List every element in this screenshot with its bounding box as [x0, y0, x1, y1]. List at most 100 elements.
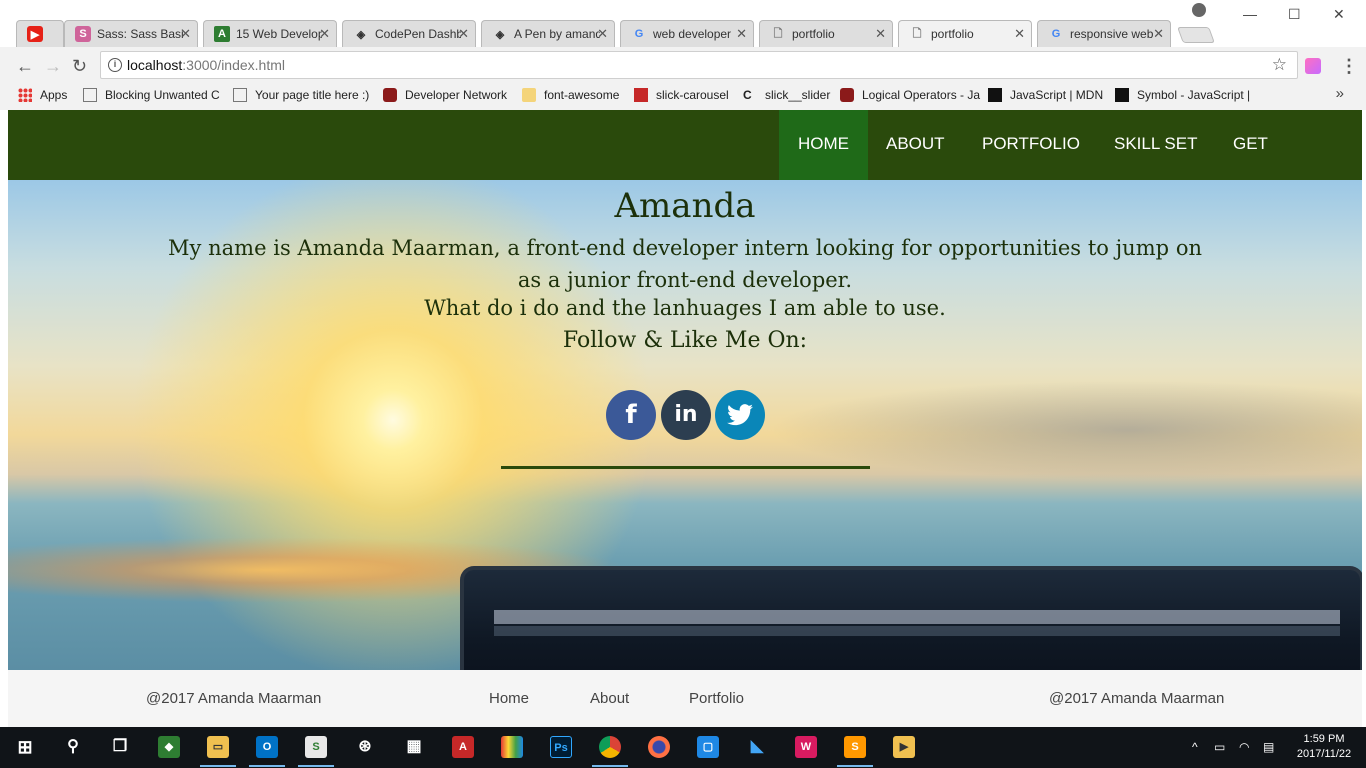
- maximize-icon[interactable]: ☐: [1288, 6, 1301, 23]
- tab-google-responsive[interactable]: G responsive web ✕: [1037, 20, 1171, 47]
- nav-about[interactable]: ABOUT: [867, 110, 964, 180]
- bookmark-item[interactable]: Blocking Unwanted C: [83, 88, 220, 102]
- forward-icon[interactable]: →: [44, 56, 62, 77]
- bookmark-item[interactable]: Your page title here :): [233, 88, 369, 102]
- hero-clouds: [768, 380, 1362, 480]
- visual-studio-code-icon[interactable]: ◣: [746, 736, 768, 758]
- close-icon[interactable]: ✕: [458, 26, 469, 42]
- calculator-icon[interactable]: ▦: [403, 736, 425, 758]
- close-icon[interactable]: ✕: [319, 26, 330, 42]
- search-icon[interactable]: ⚲: [62, 736, 84, 758]
- close-icon[interactable]: ✕: [180, 26, 191, 42]
- tab-portfolio-1[interactable]: 🗋 portfolio ✕: [759, 20, 893, 47]
- mdn-icon: [383, 88, 397, 102]
- bookmark-item[interactable]: Logical Operators - Ja: [840, 88, 980, 102]
- chrome-icon[interactable]: [599, 736, 621, 758]
- bookmark-item[interactable]: C slick__slider: [743, 88, 830, 102]
- firefox-icon[interactable]: [648, 736, 670, 758]
- wamp-icon[interactable]: W: [795, 736, 817, 758]
- winrar-icon[interactable]: [501, 736, 523, 758]
- bookmark-label: Symbol - JavaScript |: [1137, 88, 1251, 102]
- hero-follow: Follow & Like Me On:: [562, 328, 808, 353]
- nav-home[interactable]: HOME: [779, 110, 868, 180]
- address-bar[interactable]: i localhost:3000/index.html ☆: [100, 51, 1298, 79]
- minimize-icon[interactable]: —: [1243, 6, 1257, 22]
- page-viewport: HOME ABOUT PORTFOLIO SKILL SET GET INTOU…: [8, 110, 1362, 727]
- profile-icon[interactable]: [1192, 3, 1206, 17]
- nav-skill-set[interactable]: SKILL SET: [1095, 110, 1216, 180]
- outlook-icon[interactable]: O: [256, 736, 278, 758]
- laptop-pathbar: [494, 626, 1340, 636]
- reload-icon[interactable]: ↻: [72, 56, 87, 77]
- running-indicator: [249, 765, 285, 767]
- bookmark-label: Blocking Unwanted C: [105, 88, 220, 102]
- apps-grid-icon: [18, 88, 32, 102]
- footer-link-portfolio[interactable]: Portfolio: [689, 690, 744, 707]
- bookmarks-bar: Apps Blocking Unwanted C Your page title…: [0, 84, 1366, 108]
- tab-portfolio-active[interactable]: 🗋 portfolio ✕: [898, 20, 1032, 47]
- notifications-icon[interactable]: ▤: [1263, 740, 1274, 754]
- codeschool-icon: A: [214, 26, 230, 42]
- bookmark-apps[interactable]: Apps: [18, 88, 67, 102]
- wifi-icon[interactable]: ◠: [1239, 740, 1249, 754]
- footer-link-home[interactable]: Home: [489, 690, 529, 707]
- windows-start-icon[interactable]: ⊞: [14, 736, 36, 758]
- hero-name: Amanda: [614, 186, 756, 226]
- menu-kebab-icon[interactable]: ⋮: [1340, 56, 1358, 77]
- task-view-icon[interactable]: ❐: [109, 736, 131, 758]
- tab-web-developer[interactable]: A 15 Web Developer ✕: [203, 20, 337, 47]
- media-player-icon[interactable]: ▶: [893, 736, 915, 758]
- close-icon[interactable]: ✕: [875, 26, 886, 42]
- close-icon[interactable]: ✕: [1153, 26, 1164, 42]
- running-indicator: [837, 765, 873, 767]
- footer-link-about[interactable]: About: [590, 690, 629, 707]
- sublime-text-icon[interactable]: S: [844, 736, 866, 758]
- google-icon: G: [1051, 28, 1061, 40]
- info-icon[interactable]: i: [108, 58, 122, 72]
- back-icon[interactable]: ←: [16, 56, 34, 77]
- acrobat-icon[interactable]: A: [452, 736, 474, 758]
- network-globe-icon[interactable]: ⊛: [354, 736, 376, 758]
- hero-what: What do i do and the lanhuages I am able…: [424, 296, 946, 320]
- page-icon: 🗋: [773, 27, 783, 40]
- extension-icon[interactable]: [1305, 58, 1321, 74]
- close-window-icon[interactable]: ✕: [1333, 6, 1345, 23]
- bookmark-label: slick__slider: [765, 88, 831, 102]
- bookmark-item[interactable]: font-awesome: [522, 88, 619, 102]
- codepen-icon: ◈: [356, 28, 366, 41]
- google-icon: G: [634, 28, 644, 40]
- nav-get-intouch[interactable]: GET INTOUCH: [1214, 110, 1362, 221]
- close-icon[interactable]: ✕: [597, 26, 608, 42]
- bookmark-item[interactable]: JavaScript | MDN: [988, 88, 1103, 102]
- address-row: ← → ↻ i localhost:3000/index.html ☆: [0, 47, 1366, 84]
- show-hidden-icons-icon[interactable]: ^: [1192, 740, 1198, 754]
- bookmark-item[interactable]: Developer Network: [383, 88, 507, 102]
- close-icon[interactable]: ✕: [1014, 26, 1025, 42]
- clock-date: 2017/11/22: [1296, 748, 1352, 760]
- tab-codepen-pen[interactable]: ◈ A Pen by amanda ✕: [481, 20, 615, 47]
- app-window-icon[interactable]: ▢: [697, 736, 719, 758]
- close-icon[interactable]: ✕: [736, 26, 747, 42]
- facebook-icon[interactable]: f: [606, 390, 656, 440]
- twitter-bird-icon: [727, 404, 753, 426]
- battery-icon[interactable]: ▭: [1214, 740, 1225, 754]
- linkedin-icon[interactable]: in: [661, 390, 711, 440]
- bookmarks-overflow-icon[interactable]: »: [1336, 85, 1344, 102]
- bookmark-item[interactable]: Symbol - JavaScript |: [1115, 88, 1250, 102]
- file-explorer-icon[interactable]: ▭: [207, 736, 229, 758]
- git-icon[interactable]: ◆: [158, 736, 180, 758]
- nav-portfolio[interactable]: PORTFOLIO: [963, 110, 1099, 180]
- system-clock[interactable]: 1:59 PM 2017/11/22: [1292, 732, 1356, 762]
- laptop-menubar: [494, 610, 1340, 624]
- photoshop-icon[interactable]: Ps: [550, 736, 572, 758]
- bookmark-label: font-awesome: [544, 88, 620, 102]
- tab-google-web-developer[interactable]: G web developer ✕: [620, 20, 754, 47]
- bookmark-star-icon[interactable]: ☆: [1272, 55, 1287, 75]
- bookmark-item[interactable]: slick-carousel: [634, 88, 729, 102]
- tab-codepen-dashboard[interactable]: ◈ CodePen Dashboard ✕: [342, 20, 476, 47]
- twitter-icon[interactable]: [715, 390, 765, 440]
- tab-youtube[interactable]: ▶: [16, 20, 64, 47]
- sourcetree-icon[interactable]: S: [305, 736, 327, 758]
- new-tab-button[interactable]: [1177, 27, 1215, 43]
- tab-sass[interactable]: S Sass: Sass Basics ✕: [64, 20, 198, 47]
